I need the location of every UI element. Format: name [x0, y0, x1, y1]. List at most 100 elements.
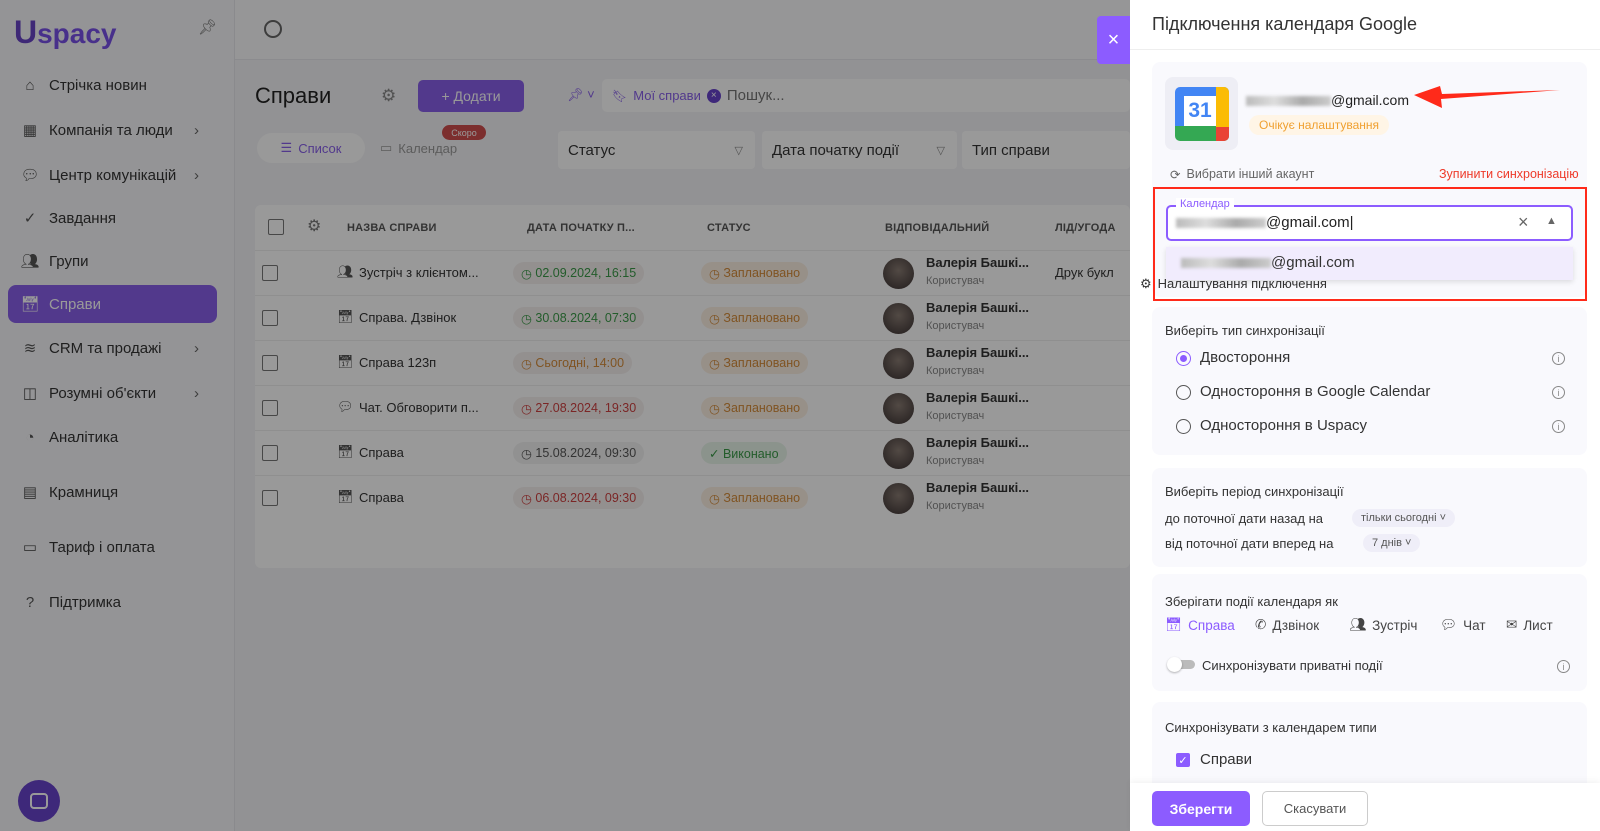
- table-row[interactable]: 📅︎ Справа ◷ 15.08.2024, 09:30 ✓ Виконано…: [255, 430, 1130, 475]
- sidebar-item[interactable]: ▦ Компанія та люди ›: [8, 111, 217, 149]
- task-name[interactable]: Справа: [359, 490, 404, 505]
- row-checkbox[interactable]: [262, 310, 278, 326]
- sync-type-radio[interactable]: [1176, 351, 1191, 366]
- task-name[interactable]: Справа. Дзвінок: [359, 310, 456, 325]
- table-row[interactable]: 📅︎ Справа ◷ 06.08.2024, 09:30 ◷ Запланов…: [255, 475, 1130, 520]
- responsible-name[interactable]: Валерія Башкі...: [926, 435, 1029, 450]
- event-type-option[interactable]: 📅︎ Справа: [1165, 617, 1235, 633]
- event-type-option[interactable]: 👥︎ Зустріч: [1349, 617, 1417, 633]
- chevron-up-icon[interactable]: ▲: [1546, 215, 1557, 227]
- search-icon[interactable]: [264, 20, 282, 38]
- clear-icon[interactable]: ×: [1518, 212, 1529, 233]
- row-checkbox[interactable]: [262, 490, 278, 506]
- calendar-icon: ▭: [380, 140, 393, 155]
- save-button[interactable]: Зберегти: [1152, 791, 1250, 826]
- task-name[interactable]: Чат. Обговорити п...: [359, 400, 479, 415]
- sidebar-item[interactable]: ? Підтримка: [8, 583, 217, 621]
- sidebar-item[interactable]: ≋ CRM та продажі ›: [8, 329, 217, 367]
- stop-sync-link[interactable]: Зупинити синхронізацію: [1439, 167, 1579, 181]
- column-header[interactable]: ДАТА ПОЧАТКУ П...: [527, 222, 635, 234]
- task-name[interactable]: Зустріч з клієнтом...: [359, 265, 479, 280]
- calendar-select[interactable]: Календар @gmail.com| × ▲: [1166, 198, 1573, 241]
- sync-tasks-checkbox[interactable]: ✓: [1176, 753, 1190, 767]
- uspacy-logo[interactable]: Uspacy: [14, 14, 117, 51]
- column-header[interactable]: ЛІД/УГОДА: [1055, 222, 1116, 234]
- responsible-name[interactable]: Валерія Башкі...: [926, 255, 1029, 270]
- sidebar-item[interactable]: ◔ Аналітика: [8, 418, 217, 456]
- change-account-link[interactable]: ⟳ Вибрати інший акаунт: [1170, 167, 1314, 182]
- tab-list[interactable]: ☰ Список: [257, 133, 365, 163]
- list-icon: ☰: [280, 140, 293, 155]
- responsible-role: Користувач: [926, 320, 985, 332]
- calendar-option[interactable]: @gmail.com: [1166, 247, 1573, 280]
- start-date: ◷ 30.08.2024, 07:30: [513, 307, 645, 329]
- type-filter[interactable]: Тип справи: [962, 131, 1130, 169]
- column-header[interactable]: СТАТУС: [707, 222, 751, 234]
- row-checkbox[interactable]: [262, 400, 278, 416]
- sidebar-item-label: Розумні об'єкти: [49, 384, 157, 402]
- column-header[interactable]: НАЗВА СПРАВИ: [347, 222, 437, 234]
- responsible-name[interactable]: Валерія Башкі...: [926, 480, 1029, 495]
- remove-chip-icon[interactable]: ×: [706, 88, 721, 103]
- responsible-name[interactable]: Валерія Башкі...: [926, 345, 1029, 360]
- date-filter[interactable]: Дата початку події ▽: [762, 131, 957, 169]
- sync-type-radio[interactable]: [1176, 419, 1191, 434]
- gear-icon[interactable]: ⚙: [307, 216, 321, 236]
- row-checkbox[interactable]: [262, 355, 278, 371]
- private-events-toggle[interactable]: [1167, 657, 1195, 672]
- section-label: Виберіть тип синхронізації: [1165, 323, 1325, 338]
- sidebar-item[interactable]: 💬︎ Центр комунікацій ›: [8, 156, 217, 194]
- tasks-table: ⚙ НАЗВА СПРАВИ ДАТА ПОЧАТКУ П... СТАТУС …: [255, 205, 1130, 568]
- filter-label: Статус: [568, 141, 616, 159]
- pin-icon[interactable]: 📌︎: [198, 18, 217, 36]
- cancel-button[interactable]: Скасувати: [1262, 791, 1368, 826]
- lead-deal[interactable]: Друк букл: [1055, 265, 1114, 280]
- table-row[interactable]: 👥︎ Зустріч з клієнтом... ◷ 02.09.2024, 1…: [255, 250, 1130, 295]
- add-button[interactable]: + Додати: [418, 80, 524, 112]
- sync-type-label: Двостороння: [1200, 349, 1291, 366]
- period-back-select[interactable]: тільки сьогодні ˅: [1352, 509, 1456, 527]
- table-row[interactable]: 📅︎ Справа. Дзвінок ◷ 30.08.2024, 07:30 ◷…: [255, 295, 1130, 340]
- responsible-name[interactable]: Валерія Башкі...: [926, 300, 1029, 315]
- info-icon[interactable]: i: [1552, 352, 1565, 365]
- responsible-name[interactable]: Валерія Башкі...: [926, 390, 1029, 405]
- close-button[interactable]: ×: [1097, 16, 1130, 64]
- event-type-option[interactable]: ✉ Лист: [1506, 617, 1553, 633]
- task-name[interactable]: Справа 123п: [359, 355, 436, 370]
- task-name[interactable]: Справа: [359, 445, 404, 460]
- sidebar-item[interactable]: 👥︎ Групи: [8, 242, 217, 280]
- sidebar-item[interactable]: 📅︎ Справи: [8, 285, 217, 323]
- sidebar-item-label: Підтримка: [49, 593, 122, 611]
- pin-filter-icon[interactable]: 📌︎ ˅: [567, 87, 595, 103]
- responsible-role: Користувач: [926, 275, 985, 287]
- sidebar-item[interactable]: ▭ Тариф і оплата: [8, 528, 217, 566]
- sync-type-radio[interactable]: [1176, 385, 1191, 400]
- gear-icon[interactable]: ⚙: [381, 86, 396, 106]
- search-input[interactable]: [726, 87, 1027, 104]
- select-all-checkbox[interactable]: [268, 219, 284, 235]
- sidebar-item[interactable]: ▤ Крамниця: [8, 473, 217, 511]
- sidebar-item[interactable]: ✓ Завдання: [8, 199, 217, 237]
- sync-types-card: Синхронізувати з календарем типи ✓ Справ…: [1152, 702, 1587, 792]
- table-row[interactable]: 💬︎ Чат. Обговорити п... ◷ 27.08.2024, 19…: [255, 385, 1130, 430]
- row-checkbox[interactable]: [262, 265, 278, 281]
- store-icon: ▤: [22, 484, 38, 501]
- sidebar-item[interactable]: ⌂ Стрічка новин: [8, 66, 217, 104]
- avatar: [883, 258, 914, 289]
- table-row[interactable]: 📅︎ Справа 123п ◷ Сьогодні, 14:00 ◷ Запла…: [255, 340, 1130, 385]
- sidebar-item-label: Компанія та люди: [49, 121, 173, 139]
- search-bar[interactable]: 🔖︎ Мої справи ×: [602, 79, 1130, 112]
- period-forward-select[interactable]: 7 днів ˅: [1363, 534, 1421, 552]
- sidebar-item[interactable]: ◫ Розумні об'єкти ›: [8, 374, 217, 412]
- account-email: @gmail.com: [1246, 92, 1409, 108]
- support-chat-button[interactable]: [18, 780, 60, 822]
- info-icon[interactable]: i: [1552, 386, 1565, 399]
- info-icon[interactable]: i: [1552, 420, 1565, 433]
- period-forward-label: від поточної дати вперед на: [1165, 536, 1334, 551]
- info-icon[interactable]: i: [1557, 660, 1570, 673]
- column-header[interactable]: ВІДПОВІДАЛЬНИЙ: [885, 222, 989, 234]
- event-type-option[interactable]: 💬︎ Чат: [1440, 617, 1486, 633]
- event-type-option[interactable]: ✆ Дзвінок: [1255, 617, 1319, 633]
- status-filter[interactable]: Статус ▽: [558, 131, 755, 169]
- row-checkbox[interactable]: [262, 445, 278, 461]
